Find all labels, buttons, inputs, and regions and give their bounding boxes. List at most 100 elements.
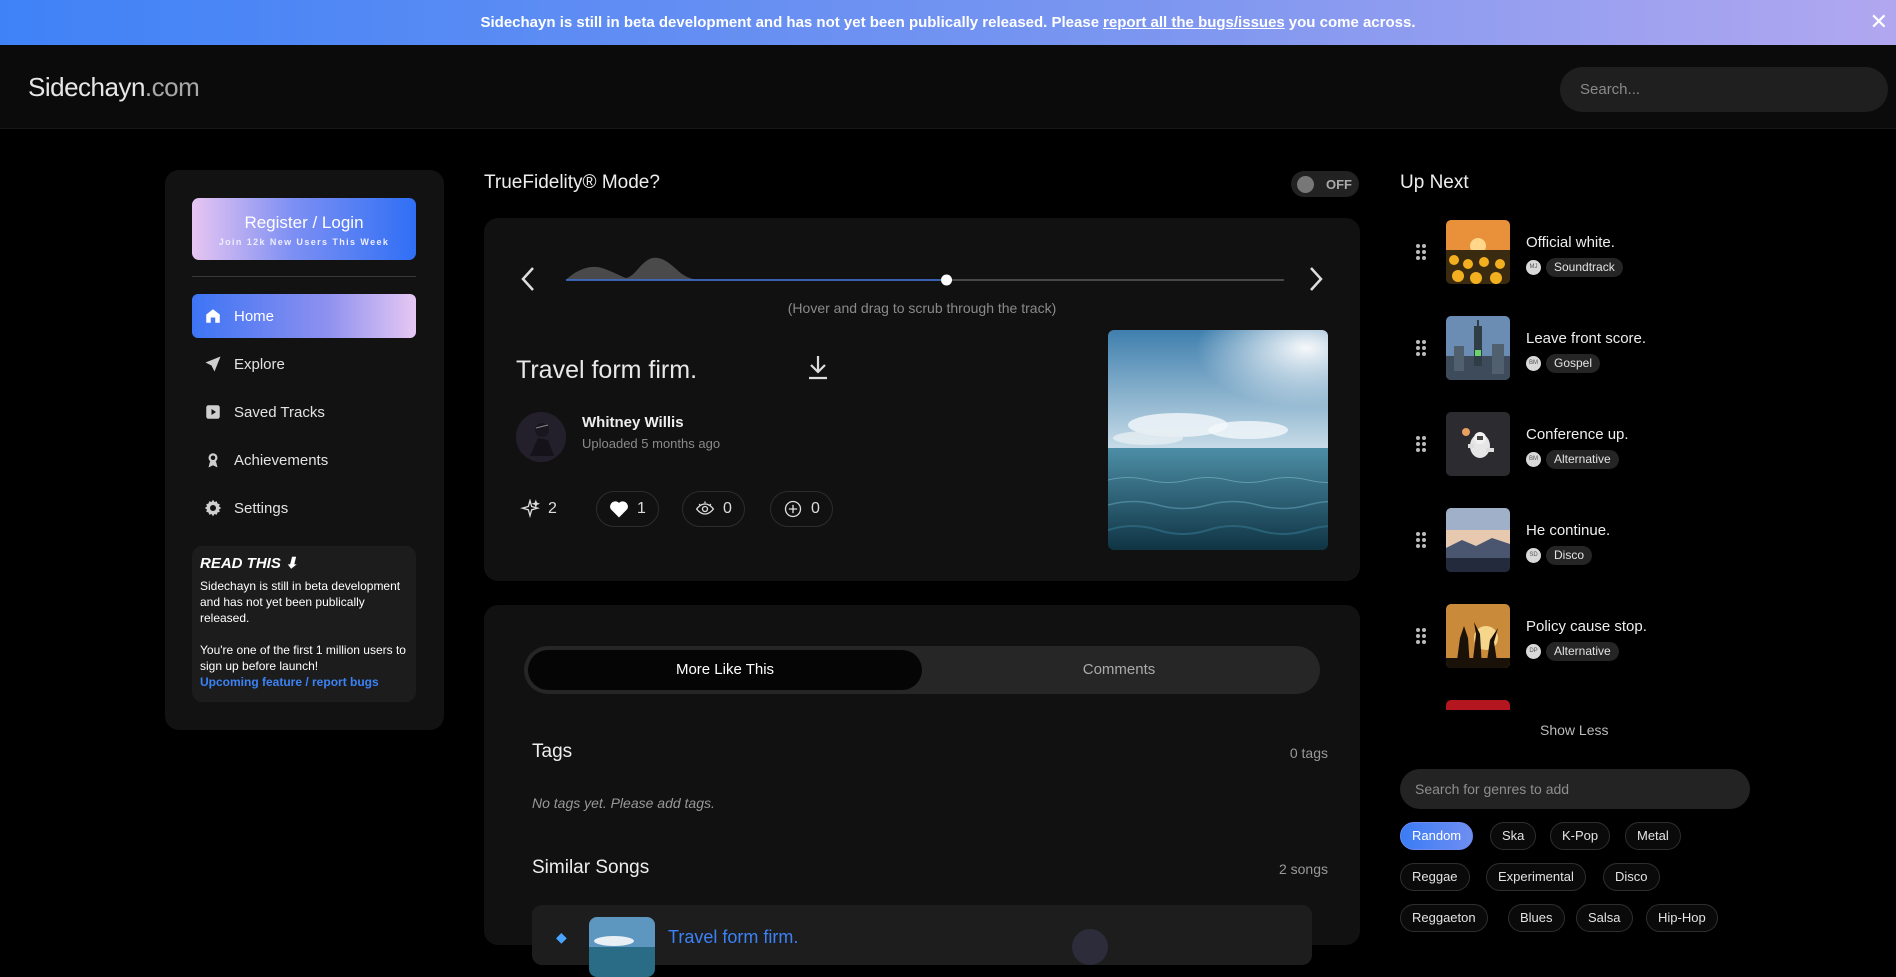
- track-cover-art: [1108, 330, 1328, 550]
- up-next-thumbnail[interactable]: [1446, 316, 1510, 380]
- up-next-item[interactable]: Conference up. BM Alternative: [1400, 412, 1750, 482]
- up-next-item[interactable]: Policy cause stop. DP Alternative: [1400, 604, 1750, 674]
- up-next-title[interactable]: Leave front score.: [1526, 330, 1646, 347]
- toggle-state: OFF: [1326, 177, 1352, 192]
- sidebar-divider: [192, 276, 416, 277]
- drag-handle-icon[interactable]: [1416, 436, 1428, 454]
- similar-song-thumbnail: [589, 917, 655, 977]
- genre-chip-kpop[interactable]: K-Pop: [1550, 822, 1611, 850]
- show-less-button[interactable]: Show Less: [1540, 722, 1608, 738]
- genre-chip-disco[interactable]: Disco: [1603, 863, 1660, 891]
- playlist-count: 0: [811, 500, 820, 517]
- report-bugs-link[interactable]: report all the bugs/issues: [1103, 14, 1285, 31]
- chevron-right-icon: [1310, 267, 1323, 291]
- artist-name[interactable]: Whitney Willis: [582, 414, 684, 431]
- up-next-list: Official white. MJ Soundtrack Leave fron…: [1400, 210, 1750, 710]
- sidebar-item-saved-tracks[interactable]: Saved Tracks: [192, 390, 416, 434]
- next-track-button[interactable]: [1304, 264, 1328, 294]
- tab-more-like-this[interactable]: More Like This: [528, 650, 922, 690]
- sidebar-item-label: Saved Tracks: [234, 403, 325, 421]
- sparkle-stat[interactable]: 2: [516, 491, 569, 527]
- similar-song-row[interactable]: ◆ Travel form firm.: [532, 905, 1312, 977]
- up-next-thumbnail[interactable]: [1446, 412, 1510, 476]
- up-next-genre[interactable]: Alternative: [1546, 642, 1619, 661]
- read-this-paragraph: Sidechayn is still in beta development a…: [200, 579, 401, 625]
- site-logo[interactable]: Sidechayn.com: [28, 72, 200, 103]
- up-next-genre[interactable]: Soundtrack: [1546, 258, 1623, 277]
- views-stat[interactable]: 0: [682, 491, 745, 527]
- heart-icon: [610, 501, 628, 518]
- up-next-item-partial[interactable]: [1400, 700, 1750, 710]
- up-next-thumbnail[interactable]: [1446, 604, 1510, 668]
- genre-chip-reggaeton[interactable]: Reggaeton: [1400, 904, 1488, 932]
- sidebar-item-achievements[interactable]: Achievements: [192, 438, 416, 482]
- like-button[interactable]: 1: [596, 491, 659, 527]
- up-next-genre[interactable]: Disco: [1546, 546, 1593, 565]
- avatar-image: [516, 412, 566, 462]
- like-count: 1: [637, 500, 646, 517]
- up-next-uploader-avatar: SD: [1526, 548, 1541, 563]
- genre-chip-experimental[interactable]: Experimental: [1486, 863, 1586, 891]
- up-next-heading: Up Next: [1400, 172, 1469, 193]
- genre-chip-ska[interactable]: Ska: [1490, 822, 1537, 850]
- up-next-thumbnail[interactable]: [1446, 508, 1510, 572]
- truefidelity-toggle[interactable]: OFF: [1291, 171, 1359, 197]
- sidebar-item-home[interactable]: Home: [192, 294, 416, 338]
- register-login-button[interactable]: Register / Login Join 12k New Users This…: [192, 198, 416, 260]
- sidebar-item-explore[interactable]: Explore: [192, 342, 416, 386]
- similar-songs-heading: Similar Songs: [532, 857, 650, 878]
- genre-chip-metal[interactable]: Metal: [1625, 822, 1681, 850]
- drag-handle-icon[interactable]: [1416, 628, 1428, 646]
- genre-chip-hiphop[interactable]: Hip-Hop: [1646, 904, 1718, 932]
- up-next-genre[interactable]: Gospel: [1546, 354, 1601, 373]
- genre-chip-reggae[interactable]: Reggae: [1400, 863, 1470, 891]
- up-next-thumbnail[interactable]: [1446, 220, 1510, 284]
- up-next-thumbnail[interactable]: [1446, 700, 1510, 710]
- read-this-heading: READ THIS ⬇: [200, 555, 298, 572]
- gem-icon: ◆: [556, 929, 567, 945]
- genre-search-input[interactable]: [1400, 769, 1750, 809]
- up-next-uploader-avatar: DP: [1526, 644, 1541, 659]
- drag-handle-icon[interactable]: [1416, 340, 1428, 358]
- search-input[interactable]: [1560, 67, 1888, 112]
- chevron-left-icon: [521, 267, 534, 291]
- add-to-playlist-button[interactable]: 0: [770, 491, 833, 527]
- sidebar-item-label: Explore: [234, 355, 285, 373]
- download-button[interactable]: [806, 354, 830, 380]
- sparkle-count: 2: [548, 500, 557, 517]
- tags-heading: Tags: [532, 741, 573, 762]
- up-next-item[interactable]: Leave front score. BM Gospel: [1400, 316, 1750, 386]
- drag-handle-icon[interactable]: [1416, 244, 1428, 262]
- scrub-hint: (Hover and drag to scrub through the tra…: [787, 300, 1057, 316]
- sidebar-item-settings[interactable]: Settings: [192, 486, 416, 530]
- artist-avatar[interactable]: [516, 412, 566, 462]
- details-tabs: More Like This Comments: [524, 646, 1320, 694]
- register-title: Register / Login: [244, 213, 364, 232]
- eye-icon: [695, 501, 715, 515]
- up-next-uploader-avatar: BM: [1526, 452, 1541, 467]
- similar-song-title[interactable]: Travel form firm.: [668, 927, 798, 948]
- details-panel: More Like This Comments Tags 0 tags No t…: [484, 605, 1360, 977]
- ocean-sky-image: [1108, 330, 1328, 550]
- genre-chip-salsa[interactable]: Salsa: [1576, 904, 1633, 932]
- toggle-knob: [1297, 176, 1314, 193]
- upcoming-feature-link[interactable]: Upcoming feature / report bugs: [200, 675, 379, 689]
- up-next-title[interactable]: Official white.: [1526, 234, 1615, 251]
- tab-comments[interactable]: Comments: [922, 650, 1316, 690]
- previous-track-button[interactable]: [516, 264, 540, 294]
- up-next-item[interactable]: He continue. SD Disco: [1400, 508, 1750, 578]
- track-title: Travel form firm.: [516, 356, 698, 384]
- track-player: (Hover and drag to scrub through the tra…: [484, 218, 1360, 581]
- up-next-genre[interactable]: Alternative: [1546, 450, 1619, 469]
- up-next-item[interactable]: Official white. MJ Soundtrack: [1400, 220, 1750, 290]
- up-next-title[interactable]: Conference up.: [1526, 426, 1629, 443]
- waveform-scrubber[interactable]: [566, 254, 1284, 304]
- up-next-title[interactable]: He continue.: [1526, 522, 1610, 539]
- close-icon[interactable]: ✕: [1870, 9, 1888, 35]
- drag-handle-icon[interactable]: [1416, 532, 1428, 550]
- scrub-handle[interactable]: [941, 274, 953, 286]
- register-subtitle: Join 12k New Users This Week: [218, 237, 390, 247]
- genre-chip-random[interactable]: Random: [1400, 822, 1474, 850]
- genre-chip-blues[interactable]: Blues: [1508, 904, 1565, 932]
- up-next-title[interactable]: Policy cause stop.: [1526, 618, 1647, 635]
